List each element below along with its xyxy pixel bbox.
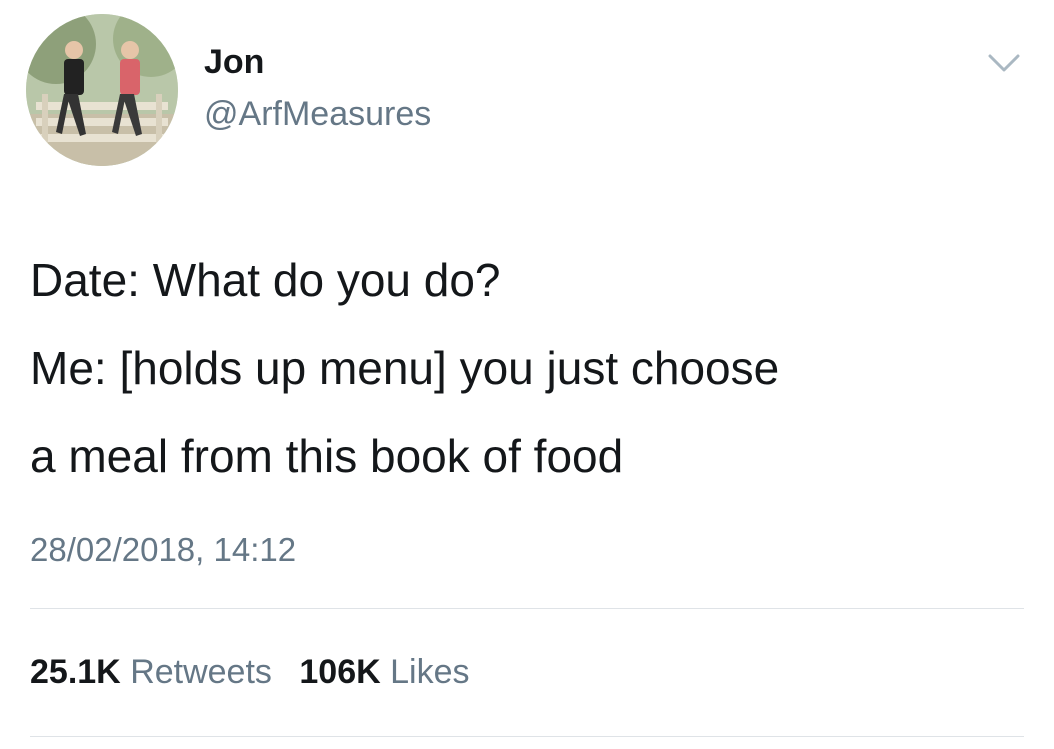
likes-count: 106K xyxy=(299,653,381,691)
retweets-stat[interactable]: 25.1K Retweets xyxy=(30,652,272,692)
tweet-text: Date: What do you do? Me: [holds up menu… xyxy=(30,236,1030,500)
author-display-name[interactable]: Jon xyxy=(204,42,264,82)
tweet-text-line: a meal from this book of food xyxy=(30,430,624,482)
retweets-label: Retweets xyxy=(130,653,272,691)
author-handle[interactable]: @ArfMeasures xyxy=(204,94,431,134)
tweet-text-line: Me: [holds up menu] you just choose xyxy=(30,342,780,394)
chevron-down-icon[interactable] xyxy=(984,48,1024,78)
tweet-text-line: Date: What do you do? xyxy=(30,254,501,306)
likes-stat[interactable]: 106K Likes xyxy=(299,652,469,692)
divider xyxy=(30,736,1024,737)
tweet-timestamp[interactable]: 28/02/2018, 14:12 xyxy=(30,530,296,570)
divider xyxy=(30,608,1024,609)
likes-label: Likes xyxy=(390,653,470,691)
retweets-count: 25.1K xyxy=(30,653,121,691)
avatar[interactable] xyxy=(26,14,178,166)
profile-photo-icon xyxy=(26,14,178,166)
tweet-stats: 25.1K Retweets 106K Likes xyxy=(30,652,487,692)
